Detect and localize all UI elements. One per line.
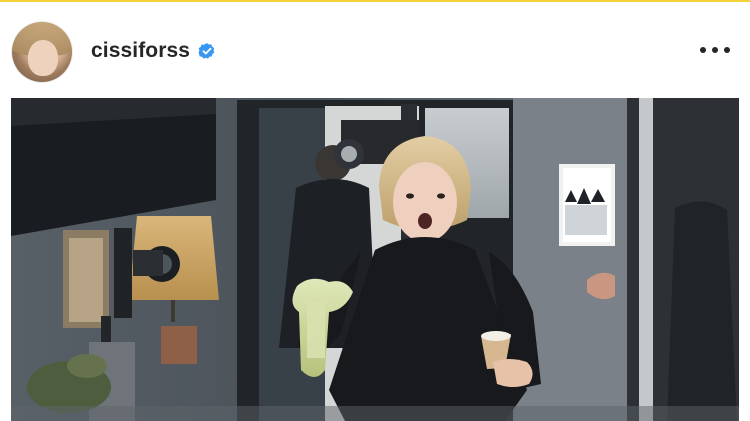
- verified-badge-icon: [198, 43, 215, 59]
- post-photo[interactable]: [11, 98, 739, 421]
- post-header: cissiforss: [0, 2, 750, 98]
- more-dot-1: [700, 47, 706, 53]
- username-group: cissiforss: [91, 38, 216, 64]
- post-photo-illustration: [11, 98, 739, 421]
- instagram-post: cissiforss: [0, 0, 750, 421]
- profile-avatar[interactable]: [12, 22, 72, 82]
- avatar-face: [28, 40, 58, 76]
- more-dot-3: [724, 47, 730, 53]
- more-dot-2: [712, 47, 718, 53]
- more-options-icon[interactable]: [700, 44, 730, 56]
- username[interactable]: cissiforss: [91, 38, 190, 64]
